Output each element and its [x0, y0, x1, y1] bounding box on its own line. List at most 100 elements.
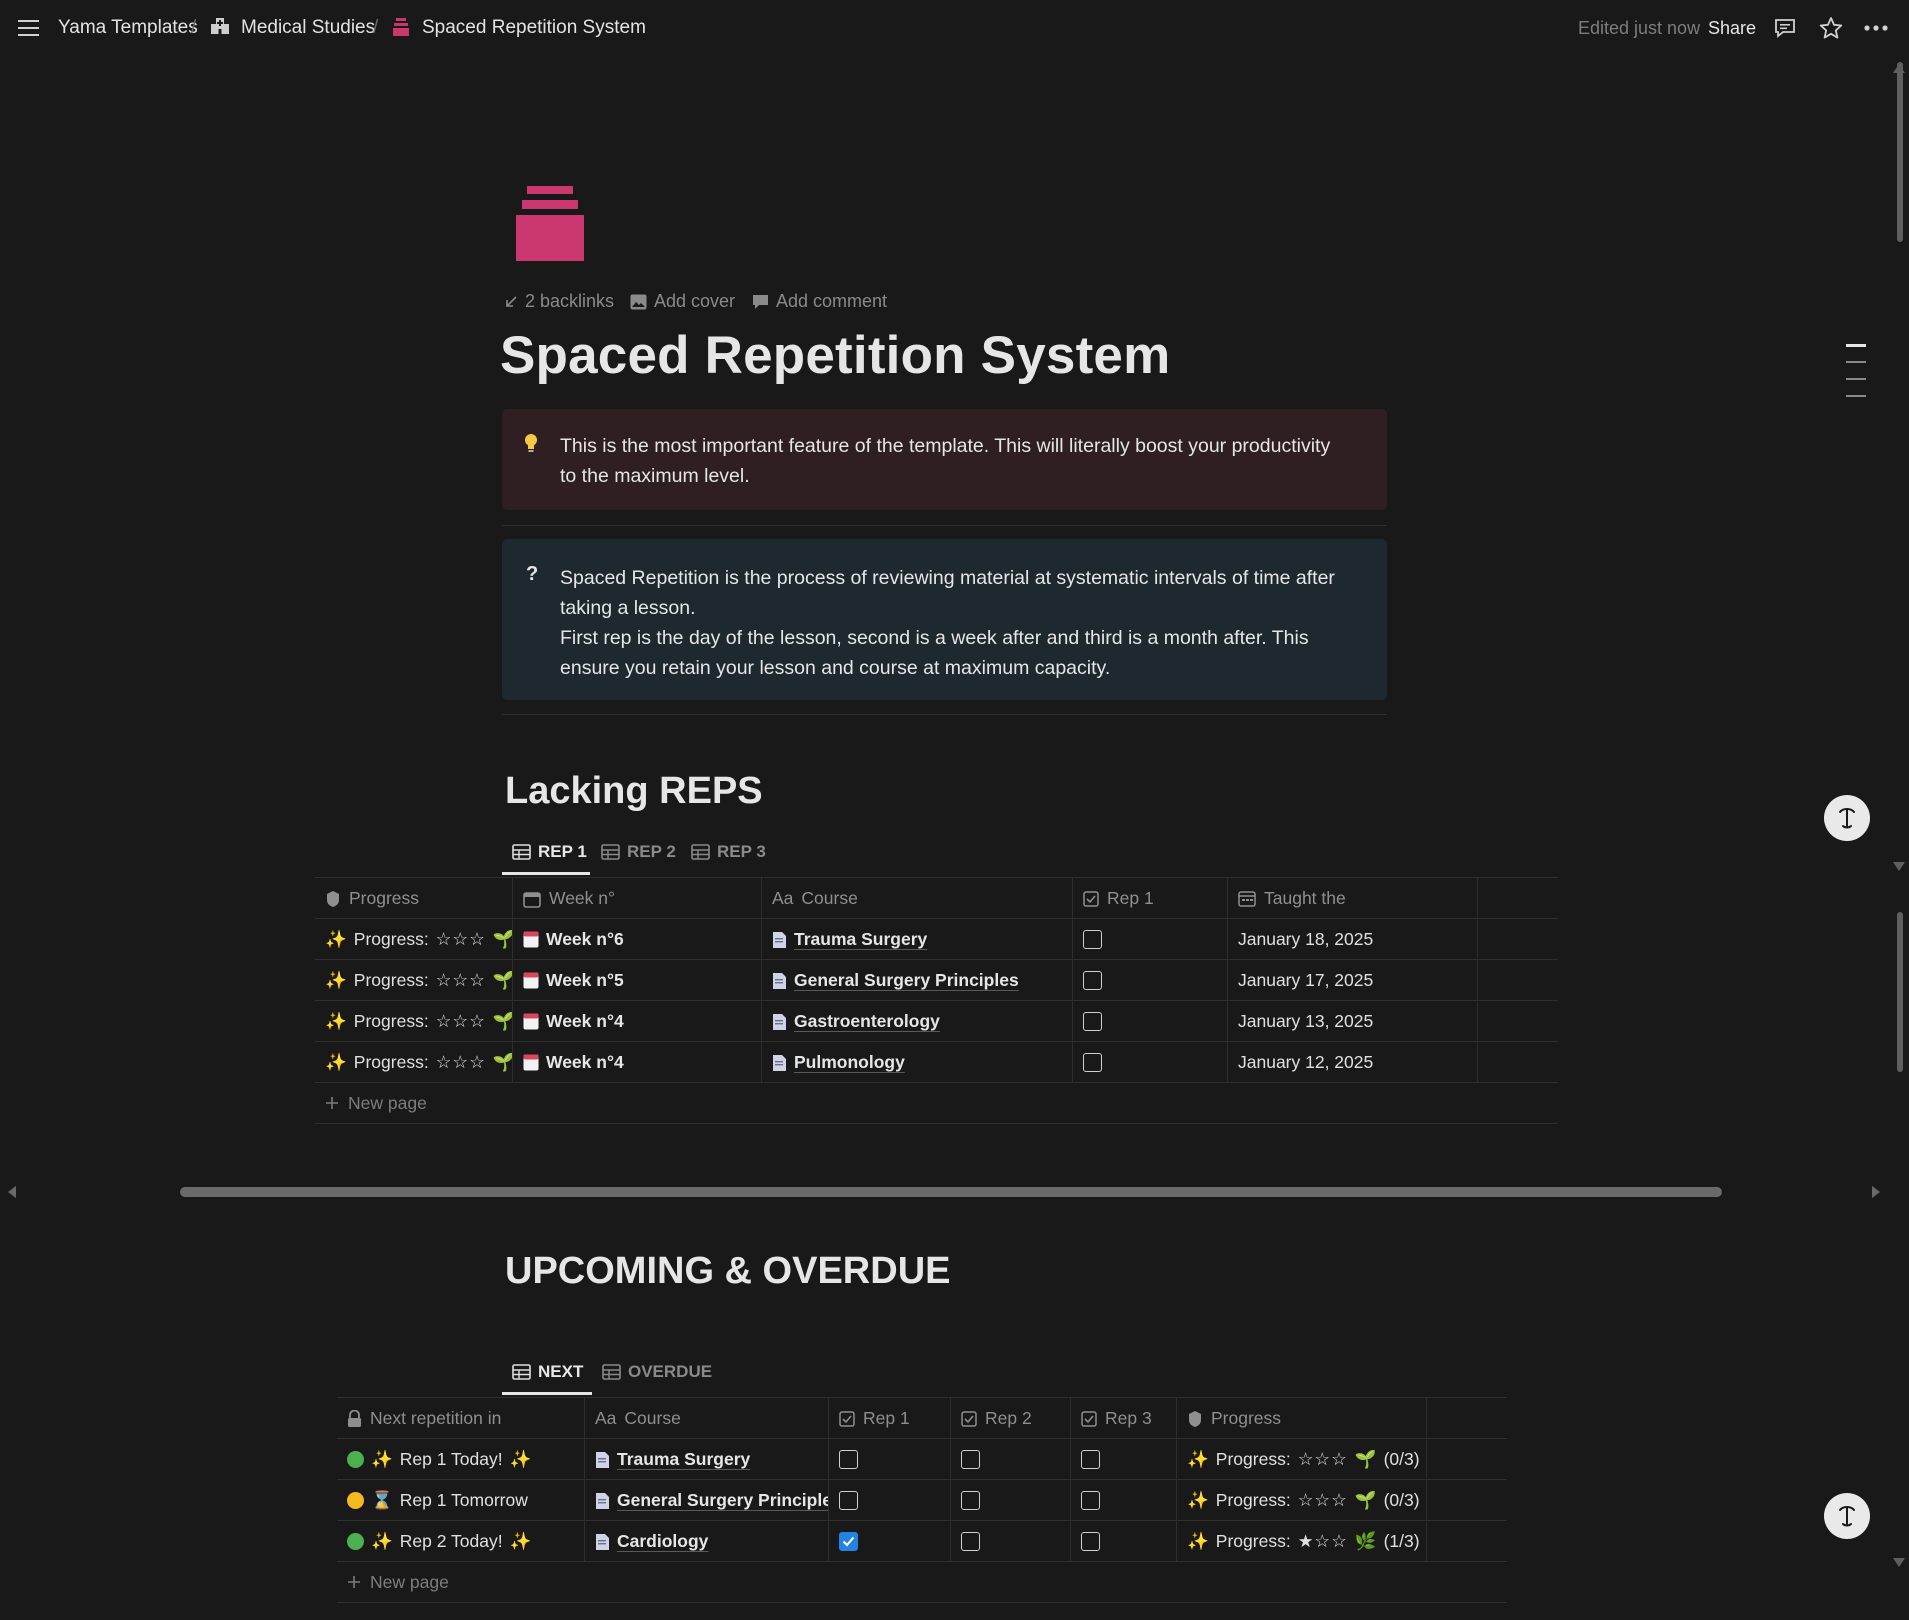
course-cell[interactable]: Gastroenterology	[762, 1001, 1073, 1042]
ai-assistant-button[interactable]	[1824, 795, 1870, 841]
rep3-checkbox[interactable]	[1081, 1450, 1100, 1469]
column-header-rep1[interactable]: Rep 1	[829, 1398, 951, 1439]
tab-rep1[interactable]: REP 1	[512, 842, 587, 862]
course-cell[interactable]: General Surgery Principles	[585, 1480, 829, 1521]
tab-rep2[interactable]: REP 2	[601, 842, 676, 862]
tab-overdue[interactable]: OVERDUE	[602, 1362, 712, 1382]
sparkle-icon: ✨	[371, 1449, 393, 1469]
add-cover-button[interactable]: Add cover	[630, 291, 735, 312]
tab-rep2-label: REP 2	[627, 842, 676, 861]
checkmark-icon	[842, 1536, 855, 1547]
rep1-checkbox[interactable]	[1083, 930, 1102, 949]
column-header-add[interactable]	[1478, 878, 1558, 919]
rep1-checkbox-checked[interactable]	[839, 1532, 858, 1551]
progress-stars: ☆☆☆	[435, 1052, 486, 1072]
course-cell[interactable]: Cardiology	[585, 1521, 829, 1562]
add-comment-button[interactable]: Add comment	[752, 291, 887, 312]
rep1-checkbox[interactable]	[1083, 971, 1102, 990]
column-header-course[interactable]: Aa Course	[585, 1398, 829, 1439]
active-tab-indicator	[502, 872, 590, 875]
scroll-left-arrow-icon[interactable]	[8, 1186, 18, 1198]
new-page-button[interactable]: New page	[315, 1083, 1558, 1124]
column-header-progress[interactable]: Progress	[315, 878, 513, 919]
new-page-button[interactable]: New page	[337, 1562, 1507, 1603]
rep1-checkbox[interactable]	[839, 1450, 858, 1469]
column-header-course[interactable]: Aa Course	[762, 878, 1073, 919]
course-cell[interactable]: Trauma Surgery	[585, 1439, 829, 1480]
backlinks-link[interactable]: 2 backlinks	[504, 291, 614, 312]
comment-icon[interactable]	[1774, 17, 1796, 39]
table-row[interactable]: ⌛ Rep 1 Tomorrow General Surgery Principl…	[337, 1480, 1507, 1521]
tab-rep3[interactable]: REP 3	[691, 842, 766, 862]
menu-icon[interactable]	[18, 18, 40, 38]
column-header-next-repetition[interactable]: Next repetition in	[337, 1398, 585, 1439]
table-row[interactable]: ✨Progress:☆☆☆🌱(0 Week n°4 Pulmonology Ja…	[315, 1042, 1558, 1083]
empty-cell	[1478, 960, 1558, 1001]
sparkle-icon: ✨	[1187, 1531, 1209, 1551]
vertical-scrollbar[interactable]	[1897, 912, 1903, 1072]
rep1-checkbox[interactable]	[839, 1491, 858, 1510]
rep1-checkbox[interactable]	[1083, 1053, 1102, 1072]
text-property-icon: Aa	[595, 1408, 617, 1428]
column-header-progress[interactable]: Progress	[1177, 1398, 1427, 1439]
course-cell[interactable]: Trauma Surgery	[762, 919, 1073, 960]
table-of-contents-icon[interactable]	[1846, 344, 1866, 400]
more-options-icon[interactable]	[1864, 25, 1888, 31]
document-icon	[773, 931, 786, 948]
share-button[interactable]: Share	[1708, 18, 1756, 39]
table-row[interactable]: ✨Progress:☆☆☆🌱(0 Week n°5 General Surger…	[315, 960, 1558, 1001]
page-icon[interactable]	[515, 186, 585, 262]
breadcrumb-current-page[interactable]: Spaced Repetition System	[422, 17, 646, 39]
plus-icon	[348, 1576, 360, 1588]
column-header-rep2[interactable]: Rep 2	[951, 1398, 1071, 1439]
herb-icon: 🌿	[1354, 1531, 1377, 1551]
column-header-week[interactable]: Week n°	[513, 878, 762, 919]
yellow-circle-icon	[347, 1492, 364, 1509]
empty-cell	[1427, 1480, 1507, 1521]
progress-cell: ✨ Progress: ★☆☆ 🌿 (1/3)	[1177, 1521, 1427, 1562]
week-cell[interactable]: Week n°5	[513, 960, 762, 1001]
scroll-down-arrow-icon[interactable]	[1893, 1558, 1905, 1567]
breadcrumb-medical-studies[interactable]: Medical Studies	[241, 17, 375, 39]
rep2-checkbox[interactable]	[961, 1491, 980, 1510]
rep1-checkbox[interactable]	[1083, 1012, 1102, 1031]
table-row[interactable]: ✨Progress:☆☆☆🌱(0 Week n°6 Trauma Surgery…	[315, 919, 1558, 960]
scroll-down-arrow-icon[interactable]	[1893, 862, 1905, 871]
checkbox-property-icon	[839, 1410, 855, 1427]
formula-icon	[1189, 1410, 1201, 1427]
page-title[interactable]: Spaced Repetition System	[500, 325, 1170, 386]
course-cell[interactable]: Pulmonology	[762, 1042, 1073, 1083]
horizontal-scrollbar[interactable]	[180, 1187, 1722, 1197]
upcoming-table: Next repetition in Aa Course Rep 1 Rep 2…	[337, 1397, 1507, 1603]
scroll-right-arrow-icon[interactable]	[1870, 1186, 1880, 1198]
column-header-rep1[interactable]: Rep 1	[1073, 878, 1228, 919]
taught-date-cell: January 18, 2025	[1228, 919, 1478, 960]
table-row[interactable]: ✨Progress:☆☆☆🌱(0 Week n°4 Gastroenterolo…	[315, 1001, 1558, 1042]
progress-stars: ☆☆☆	[1297, 1449, 1348, 1469]
column-header-taught[interactable]: Taught the	[1228, 878, 1478, 919]
rep3-checkbox[interactable]	[1081, 1532, 1100, 1551]
week-cell[interactable]: Week n°6	[513, 919, 762, 960]
upcoming-overdue-heading: UPCOMING & OVERDUE	[505, 1250, 951, 1292]
document-icon	[596, 1533, 609, 1550]
rep2-checkbox[interactable]	[961, 1532, 980, 1551]
rep2-cell	[951, 1521, 1071, 1562]
column-header-rep3[interactable]: Rep 3	[1071, 1398, 1177, 1439]
table-row[interactable]: ✨ Rep 1 Today! ✨ Trauma Surgery ✨ Progress:…	[337, 1439, 1507, 1480]
rep2-checkbox[interactable]	[961, 1450, 980, 1469]
star-icon[interactable]	[1819, 16, 1843, 40]
course-cell[interactable]: General Surgery Principles	[762, 960, 1073, 1001]
table-row[interactable]: ✨ Rep 2 Today! ✨ Cardiology ✨ Progress: ★☆☆ 🌿…	[337, 1521, 1507, 1562]
rep3-checkbox[interactable]	[1081, 1491, 1100, 1510]
sprout-icon: 🌱	[492, 970, 513, 990]
ai-assistant-button[interactable]	[1824, 1493, 1870, 1539]
tab-next[interactable]: NEXT	[512, 1362, 583, 1382]
week-cell[interactable]: Week n°4	[513, 1001, 762, 1042]
column-header-add[interactable]	[1427, 1398, 1507, 1439]
vertical-scrollbar[interactable]	[1897, 62, 1903, 242]
taught-date-cell: January 13, 2025	[1228, 1001, 1478, 1042]
week-cell[interactable]: Week n°4	[513, 1042, 762, 1083]
breadcrumb-yama-templates[interactable]: Yama Templates	[58, 17, 198, 39]
document-icon	[773, 1054, 786, 1071]
rep3-cell	[1071, 1521, 1177, 1562]
